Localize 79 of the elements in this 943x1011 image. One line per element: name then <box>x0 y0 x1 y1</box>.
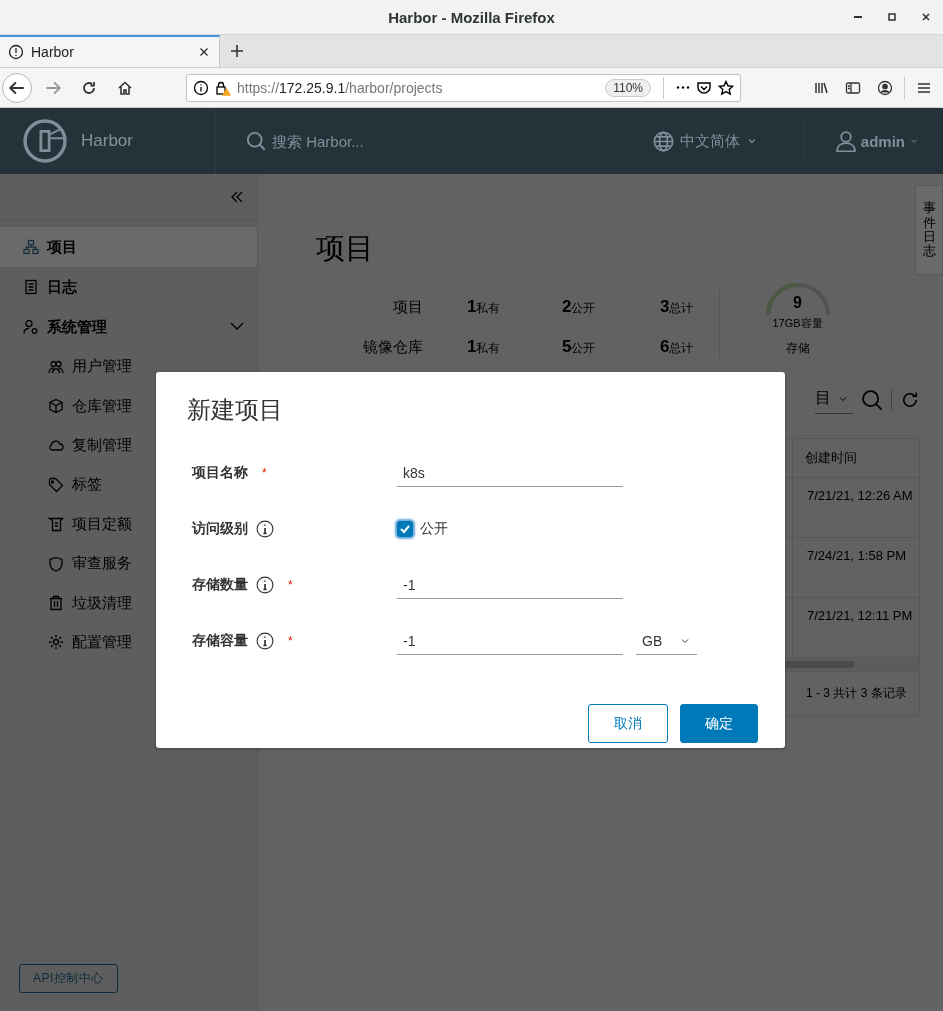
dialog-title: 新建项目 <box>187 395 284 425</box>
trash-icon <box>48 595 64 612</box>
warning-lock-icon <box>215 79 231 96</box>
stat-label: 镜像仓库 <box>362 337 424 357</box>
stat-value: 1私有 <box>467 297 502 317</box>
document-icon <box>23 279 39 295</box>
stat-label: 项目 <box>392 297 424 317</box>
language-selector[interactable]: 中文简体 <box>679 131 740 151</box>
reload-icon <box>81 79 97 96</box>
user-gear-icon <box>23 319 39 335</box>
field-label: 访问级别 <box>192 520 248 538</box>
plus-icon <box>229 43 245 59</box>
stat-value: 5公开 <box>562 337 597 357</box>
sitemap-icon <box>23 239 39 255</box>
sidebar-subitem[interactable]: 用户管理 <box>0 347 257 387</box>
confirm-button[interactable]: 确定 <box>680 704 758 743</box>
checkbox[interactable] <box>397 521 413 537</box>
stat-value: 3总计 <box>660 297 695 317</box>
search-field[interactable]: 搜索 Harbor... <box>270 131 474 151</box>
more-icon <box>676 86 690 89</box>
users-icon <box>48 358 64 375</box>
user-icon <box>834 130 857 152</box>
table-cell: 7/24/21, 1:58 PM <box>807 548 906 564</box>
required-mark: * <box>288 578 293 592</box>
zoom-level[interactable]: 110% <box>605 78 651 97</box>
search-icon <box>246 131 266 151</box>
storage-label: 存储 <box>785 340 810 357</box>
cancel-button[interactable]: 取消 <box>588 704 668 743</box>
browser-tab[interactable]: Harbor <box>0 35 220 67</box>
minimize-icon <box>854 16 862 18</box>
cube-icon <box>48 398 64 415</box>
sidebar-item[interactable]: 系统管理 <box>0 307 257 347</box>
tag-icon <box>48 476 64 493</box>
star-icon <box>718 79 734 96</box>
field-label: 项目名称 <box>192 464 248 482</box>
brand-name: Harbor <box>81 131 133 151</box>
storage-value: 9 <box>793 294 802 312</box>
refresh-icon <box>900 390 920 410</box>
info-icon[interactable] <box>256 520 274 538</box>
close-icon <box>920 11 932 23</box>
pagination-info: 1 - 3 共计 3 条记录 <box>805 685 908 702</box>
checkbox-label: 公开 <box>420 520 448 538</box>
sidebar-icon <box>845 79 861 96</box>
table-cell: 7/21/21, 12:11 PM <box>807 608 913 624</box>
sidebar-item[interactable]: 日志 <box>0 267 257 307</box>
stat-value: 2公开 <box>562 297 597 317</box>
pocket-icon <box>696 79 712 96</box>
info-icon[interactable] <box>256 576 274 594</box>
api-console-button[interactable]: API控制中心 <box>19 964 118 993</box>
unit-dropdown[interactable]: GB <box>636 627 697 655</box>
sidebar-subitem[interactable]: 复制管理 <box>0 425 257 466</box>
lighthouse-logo-icon <box>23 119 67 163</box>
gear-icon <box>48 634 64 651</box>
sidebar-item[interactable]: 项目 <box>0 227 257 267</box>
event-log-tab[interactable]: 事件日志 <box>915 185 943 275</box>
shield-icon <box>48 555 64 572</box>
maximize-icon <box>886 11 898 23</box>
quota-icon <box>48 516 64 533</box>
url-field[interactable]: https://172.25.9.1/harbor/projects 110% <box>186 73 741 102</box>
home-icon <box>117 79 133 96</box>
search-icon <box>861 389 883 411</box>
back-button[interactable] <box>2 72 32 103</box>
field-label: 存储数量 <box>192 576 248 594</box>
stat-value: 1私有 <box>467 337 502 357</box>
account-icon <box>877 79 893 96</box>
storage-gauge <box>765 283 830 316</box>
info-icon <box>193 79 209 96</box>
table-cell: 7/21/21, 12:26 AM <box>807 488 913 504</box>
page-title: 项目 <box>316 231 375 266</box>
user-menu[interactable]: admin <box>860 132 905 150</box>
stat-value: 6总计 <box>660 337 695 357</box>
required-mark: * <box>288 634 293 648</box>
field-label: 存储容量 <box>192 632 248 650</box>
info-icon[interactable] <box>256 632 274 650</box>
column-header[interactable]: 创建时间 <box>793 439 919 477</box>
required-mark: * <box>262 466 267 480</box>
window-title: Harbor - Mozilla Firefox <box>388 8 555 26</box>
filter-dropdown[interactable]: 目 <box>815 386 853 414</box>
storage-capacity: 17GB容量 <box>772 316 823 331</box>
